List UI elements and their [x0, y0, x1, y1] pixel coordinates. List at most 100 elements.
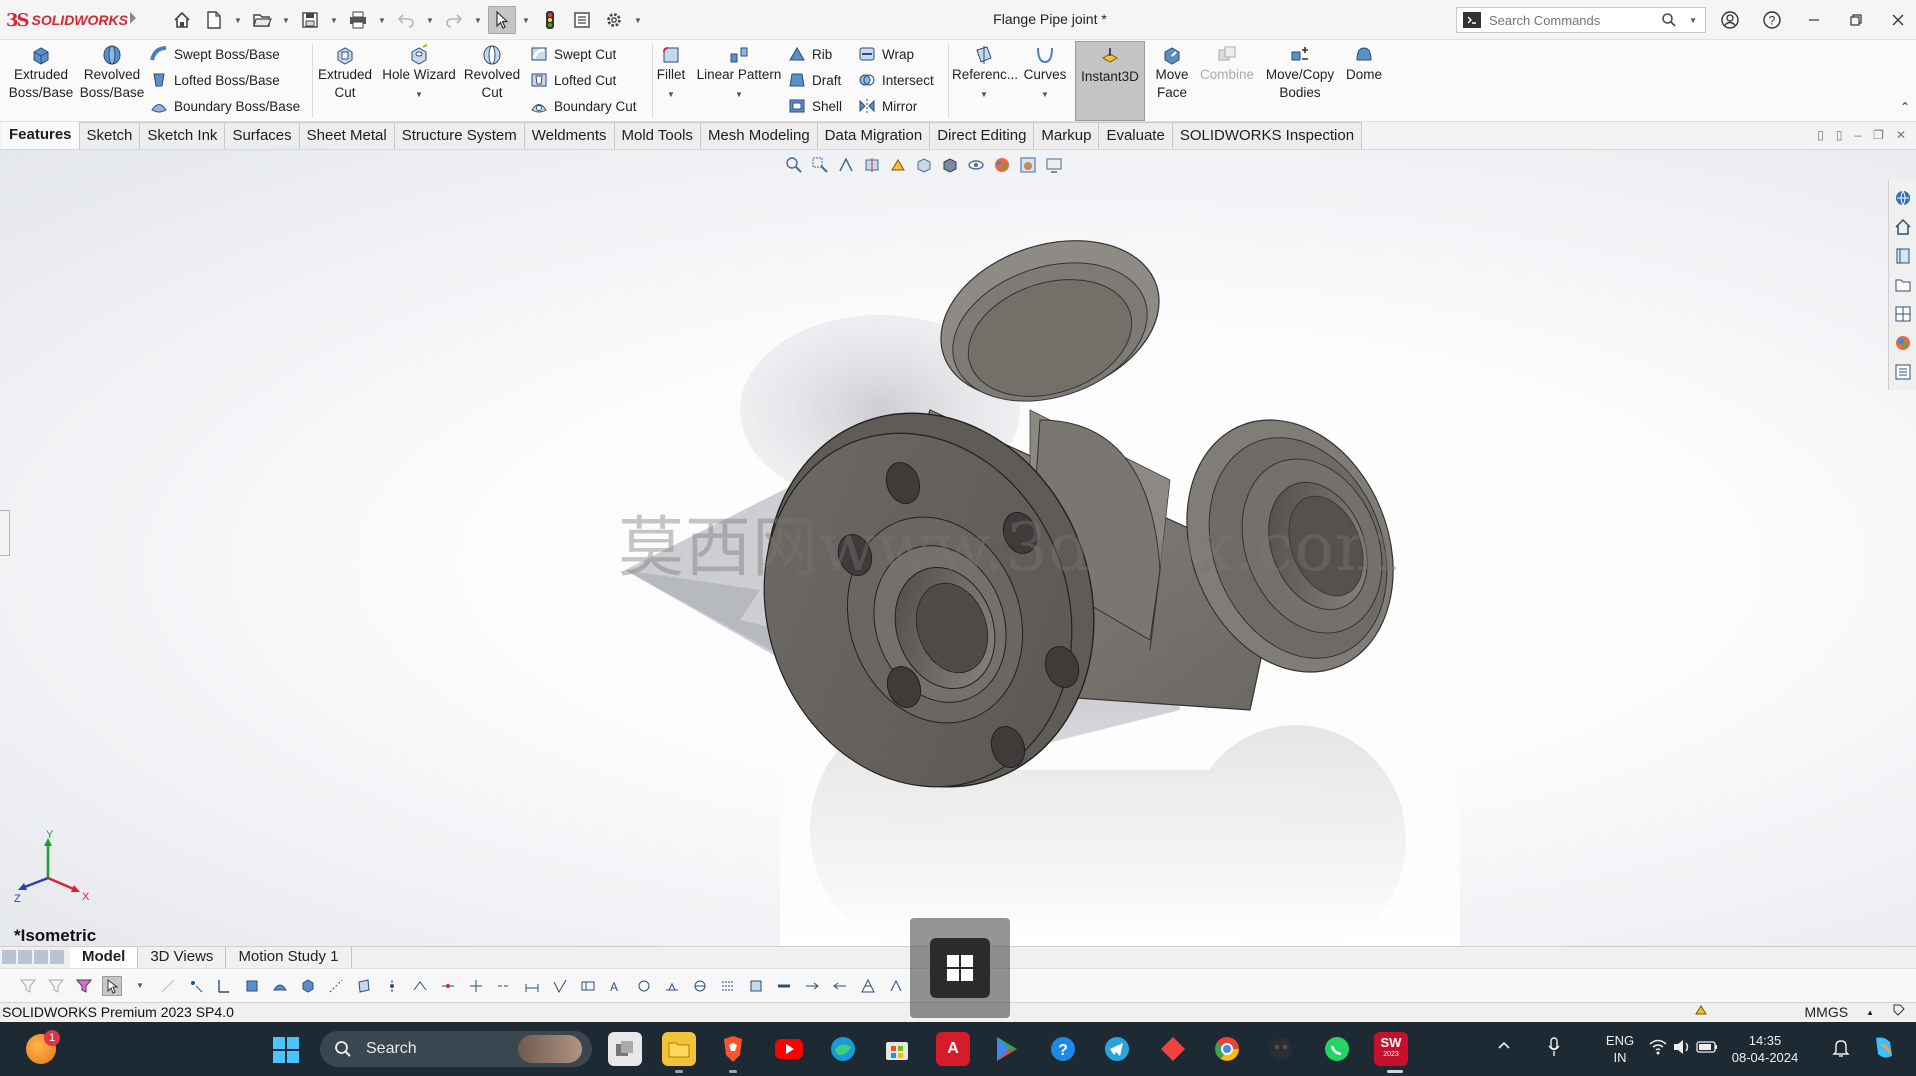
tab-sketch-ink[interactable]: Sketch Ink — [140, 122, 226, 149]
save-dropdown-icon[interactable]: ▼ — [328, 6, 340, 34]
telegram-app-icon[interactable] — [1100, 1032, 1134, 1066]
autocad-app-icon[interactable]: A — [936, 1032, 970, 1066]
home-icon[interactable] — [168, 6, 196, 34]
google-play-icon[interactable] — [990, 1032, 1024, 1066]
filter-routing-points-icon[interactable] — [830, 976, 850, 996]
start-button[interactable] — [272, 1036, 300, 1069]
custom-properties-icon[interactable] — [1893, 362, 1913, 382]
filter-vertices-icon[interactable] — [158, 976, 178, 996]
new-dropdown-icon[interactable]: ▼ — [232, 6, 244, 34]
filter-notes-icon[interactable]: A — [606, 976, 626, 996]
revolved-cut-button[interactable]: Revolved Cut — [462, 44, 522, 102]
new-document-icon[interactable] — [200, 6, 228, 34]
tab-motion-study-1[interactable]: Motion Study 1 — [226, 947, 352, 968]
reference-dropdown-icon[interactable]: ▼ — [952, 86, 1016, 104]
ghost-app-icon[interactable] — [1264, 1032, 1298, 1066]
tab-structure-system[interactable]: Structure System — [394, 122, 525, 149]
filter-points-icon[interactable] — [186, 976, 206, 996]
scroll-last-icon[interactable] — [50, 950, 64, 964]
tile-left-icon[interactable]: ▯ — [1817, 128, 1824, 142]
tab-mold-tools[interactable]: Mold Tools — [614, 122, 701, 149]
tab-sketch[interactable]: Sketch — [79, 122, 141, 149]
instant3d-toggle[interactable]: Instant3D — [1075, 41, 1145, 121]
filter-edges-icon[interactable] — [214, 976, 234, 996]
wrap-button[interactable]: Wrap — [856, 42, 914, 66]
microsoft-store-icon[interactable] — [880, 1032, 914, 1066]
unit-system-label[interactable]: MMGS — [1805, 1003, 1849, 1022]
brave-browser-icon[interactable] — [716, 1032, 750, 1066]
filter-solid-bodies-icon[interactable] — [298, 976, 318, 996]
hole-wizard-dropdown-icon[interactable]: ▼ — [380, 86, 458, 104]
extruded-cut-button[interactable]: Extruded Cut — [316, 44, 374, 102]
open-dropdown-icon[interactable]: ▼ — [280, 6, 292, 34]
filter-connection-points-icon[interactable] — [802, 976, 822, 996]
linear-pattern-dropdown-icon[interactable]: ▼ — [694, 86, 784, 104]
options-gear-icon[interactable] — [600, 6, 628, 34]
file-explorer-icon[interactable] — [1893, 275, 1913, 295]
tab-3d-views[interactable]: 3D Views — [138, 947, 227, 968]
intersect-button[interactable]: Intersect — [856, 68, 934, 92]
filter-sketch-segments-icon[interactable] — [410, 976, 430, 996]
tab-weldments[interactable]: Weldments — [524, 122, 615, 149]
move-face-button[interactable]: Move Face — [1150, 44, 1194, 102]
swept-cut-button[interactable]: Swept Cut — [528, 42, 616, 66]
edge-browser-icon[interactable] — [826, 1032, 860, 1066]
boundary-boss-button[interactable]: Boundary Boss/Base — [148, 94, 300, 118]
tab-data-migration[interactable]: Data Migration — [817, 122, 931, 149]
doc-minimize-icon[interactable]: – — [1854, 128, 1861, 142]
filter-surface-finish-icon[interactable] — [550, 976, 570, 996]
scroll-first-icon[interactable] — [2, 950, 16, 964]
move-copy-bodies-button[interactable]: Move/Copy Bodies — [1262, 44, 1338, 102]
battery-icon[interactable] — [1696, 1039, 1718, 1060]
menu-expand-icon[interactable] — [130, 12, 136, 24]
view-palette-icon[interactable] — [1893, 304, 1913, 324]
rib-button[interactable]: Rib — [786, 42, 832, 66]
tab-markup[interactable]: Markup — [1034, 122, 1100, 149]
copilot-icon[interactable] — [1870, 1034, 1898, 1067]
redo-dropdown-icon[interactable]: ▼ — [472, 6, 484, 34]
anydesk-app-icon[interactable] — [1156, 1032, 1190, 1066]
filter-center-marks-icon[interactable] — [466, 976, 486, 996]
doc-restore-icon[interactable]: ❐ — [1873, 128, 1884, 142]
filter-datum-targets-icon[interactable] — [690, 976, 710, 996]
reference-geometry-button[interactable]: Referenc... ▼ — [952, 44, 1018, 104]
tab-direct-editing[interactable]: Direct Editing — [930, 122, 1035, 149]
filter-mesh-facets-icon[interactable] — [858, 976, 878, 996]
clock-widget[interactable]: 14:35 08-04-2024 — [1720, 1032, 1810, 1066]
unit-system-dropdown-icon[interactable]: ▲ — [1866, 1003, 1874, 1022]
scroll-next-icon[interactable] — [34, 950, 48, 964]
dome-button[interactable]: Dome — [1342, 44, 1386, 84]
revolved-boss-button[interactable]: Revolved Boss/Base — [78, 44, 146, 102]
lofted-boss-button[interactable]: Lofted Boss/Base — [148, 68, 280, 92]
save-icon[interactable] — [296, 6, 324, 34]
filter-blocks-icon[interactable] — [746, 976, 766, 996]
draft-button[interactable]: Draft — [786, 68, 841, 92]
help-icon[interactable]: ? — [1758, 6, 1786, 34]
minimize-icon[interactable] — [1800, 6, 1828, 34]
print-icon[interactable] — [344, 6, 372, 34]
tab-evaluate[interactable]: Evaluate — [1099, 122, 1173, 149]
wifi-icon[interactable] — [1648, 1038, 1668, 1061]
lofted-cut-button[interactable]: Lofted Cut — [528, 68, 616, 92]
filter-surface-bodies-icon[interactable] — [270, 976, 290, 996]
tab-scroll-arrows[interactable] — [0, 947, 70, 968]
filter-midpoints-icon[interactable] — [438, 976, 458, 996]
filter-faces-icon[interactable] — [242, 976, 262, 996]
mirror-button[interactable]: Mirror — [856, 94, 917, 118]
show-hidden-icons-chevron[interactable] — [1496, 1038, 1512, 1059]
clear-filters-icon[interactable] — [74, 976, 94, 996]
filter-axes-icon[interactable] — [326, 976, 346, 996]
whatsapp-app-icon[interactable] — [1320, 1032, 1354, 1066]
file-properties-icon[interactable] — [568, 6, 596, 34]
print-dropdown-icon[interactable]: ▼ — [376, 6, 388, 34]
filter-dimensions-icon[interactable] — [522, 976, 542, 996]
youtube-app-icon[interactable] — [772, 1032, 806, 1066]
undo-icon[interactable] — [392, 6, 420, 34]
help-app-icon[interactable]: ? — [1046, 1032, 1080, 1066]
search-commands-input[interactable] — [1489, 12, 1659, 28]
taskbar-search-box[interactable]: Search — [320, 1031, 592, 1067]
tab-mesh-modeling[interactable]: Mesh Modeling — [700, 122, 818, 149]
combine-button[interactable]: Combine — [1198, 44, 1256, 84]
solidworks-taskbar-icon[interactable]: SW 2023 — [1374, 1032, 1408, 1066]
undo-dropdown-icon[interactable]: ▼ — [424, 6, 436, 34]
